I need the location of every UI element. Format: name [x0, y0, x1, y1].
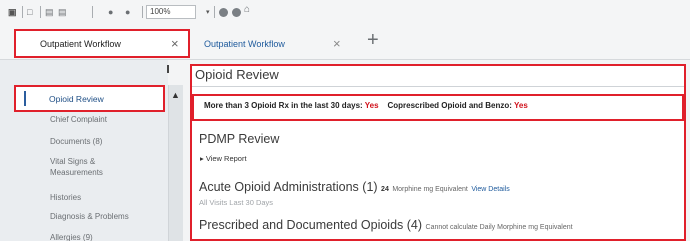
page-title: Opioid Review	[195, 67, 279, 82]
sidebar-item-chief-complaint[interactable]: Chief Complaint	[50, 114, 107, 125]
sidebar-item-diagnosis-problems[interactable]: Diagnosis & Problems	[50, 211, 129, 222]
sidebar-item-histories[interactable]: Histories	[50, 192, 81, 203]
toolbar-divider	[92, 6, 93, 18]
prescribed-opioids-heading: Prescribed and Documented Opioids (4) Ca…	[199, 218, 573, 232]
sidebar-scrollbar[interactable]	[168, 85, 183, 241]
view-report-link[interactable]: ▸ View Report	[200, 154, 247, 163]
tab-label: Outpatient Workflow	[40, 39, 121, 49]
zoom-select[interactable]: 100%	[146, 5, 196, 19]
sidebar-item-label: Opioid Review	[49, 94, 104, 104]
toolbar: ▣ □ ▤ ▤ ● ● 100% ▾ ⌂	[0, 0, 690, 26]
sidebar-item-opioid-review[interactable]: Opioid Review	[14, 85, 165, 112]
home-icon[interactable]: ⌂	[244, 5, 250, 15]
sidebar-item-allergies[interactable]: Allergies (9)	[50, 232, 93, 241]
binoculars-icon[interactable]: ▣	[8, 7, 17, 17]
print-icon[interactable]: ▤	[45, 7, 54, 17]
zoom-in-icon[interactable]: ●	[108, 7, 113, 17]
acute-opioid-subtitle: All Visits Last 30 Days	[199, 198, 274, 207]
sidebar-item-vital-signs-cont[interactable]: Measurements	[50, 167, 103, 178]
close-icon[interactable]: ×	[333, 36, 341, 51]
alert-label-opioid-rx: More than 3 Opioid Rx in the last 30 day…	[204, 101, 363, 110]
view-details-link[interactable]: View Details	[471, 186, 509, 193]
alert-value-opioid-rx: Yes	[364, 101, 379, 110]
chevron-up-icon[interactable]: ▲	[171, 90, 180, 100]
zoom-out-icon[interactable]: ●	[125, 7, 130, 17]
toolbar-divider	[22, 6, 23, 18]
collapse-handle[interactable]	[167, 65, 169, 73]
tab-label: Outpatient Workflow	[204, 39, 285, 49]
document-icon[interactable]: □	[27, 7, 32, 17]
tab-outpatient-workflow-active[interactable]: Outpatient Workflow ×	[14, 29, 190, 58]
selection-indicator	[24, 91, 26, 106]
mme-value: 24	[381, 186, 389, 193]
pdmp-review-heading: PDMP Review	[199, 132, 280, 146]
print-preview-icon[interactable]: ▤	[58, 7, 67, 17]
acute-opioid-title: Acute Opioid Administrations (1)	[199, 180, 378, 194]
chevron-down-icon[interactable]: ▾	[206, 8, 210, 16]
sidebar-item-documents[interactable]: Documents (8)	[50, 136, 102, 147]
toolbar-divider	[142, 6, 143, 18]
toolbar-divider	[40, 6, 41, 18]
sidebar-item-vital-signs[interactable]: Vital Signs &	[50, 156, 95, 167]
mme-label: Morphine mg Equivalent	[392, 186, 468, 193]
alert-label-coprescribed: Coprescribed Opioid and Benzo:	[387, 101, 512, 110]
nav-forward-icon[interactable]	[232, 8, 241, 17]
main-content	[190, 64, 686, 241]
close-icon[interactable]: ×	[171, 36, 179, 51]
acute-opioid-heading: Acute Opioid Administrations (1) 24 Morp…	[199, 180, 510, 194]
add-tab-button[interactable]: +	[367, 30, 379, 50]
alert-text: More than 3 Opioid Rx in the last 30 day…	[204, 101, 528, 110]
divider	[192, 86, 684, 87]
alert-value-coprescribed: Yes	[514, 101, 528, 110]
mme-note: Cannot calculate Daily Morphine mg Equiv…	[425, 224, 573, 231]
nav-back-icon[interactable]	[219, 8, 228, 17]
toolbar-divider	[214, 6, 215, 18]
tab-outpatient-workflow[interactable]: Outpatient Workflow ×	[194, 30, 354, 58]
prescribed-opioids-title: Prescribed and Documented Opioids (4)	[199, 218, 423, 232]
